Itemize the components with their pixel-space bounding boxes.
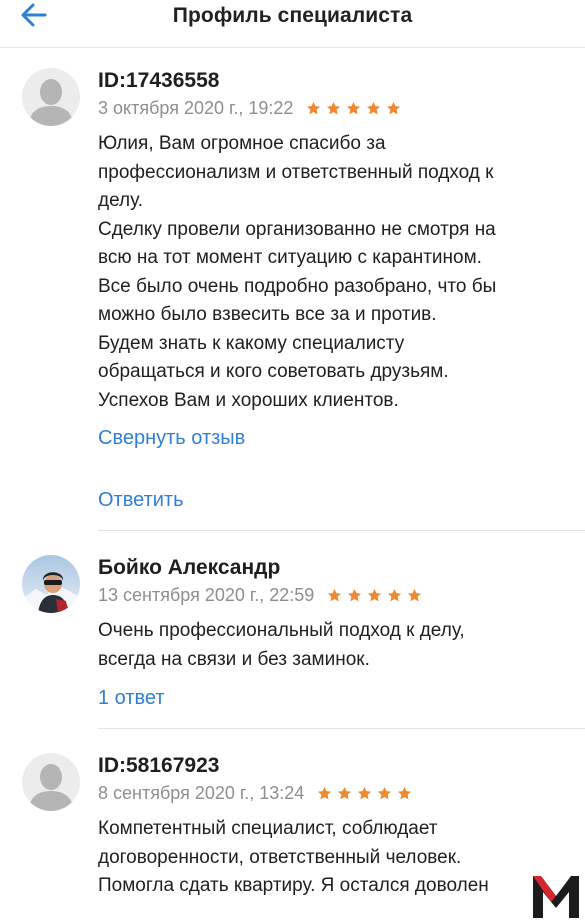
avatar[interactable] (22, 68, 80, 126)
review-text-line: Юлия, Вам огромное спасибо за (98, 133, 386, 154)
review-text: Компетентный специалист, соблюдает догов… (98, 815, 538, 901)
review-text-line: Все было очень подробно разобрано, что б… (98, 275, 497, 297)
review-text-line: Сделку провели организованно не смотря н… (98, 218, 496, 240)
user-placeholder-icon (22, 68, 80, 126)
star-icon (386, 101, 400, 115)
star-icon (337, 786, 351, 800)
m-logo-icon (531, 872, 581, 918)
collapse-review-link[interactable]: Свернуть отзыв (98, 427, 245, 450)
review-text-line: Очень профессиональный подход к делу, (98, 620, 465, 641)
bottom-fade (0, 908, 585, 920)
review-meta: 3 октября 2020 г., 19:22 (98, 98, 406, 120)
star-icon (346, 101, 360, 115)
review-text-line: договоренности, ответственный человек. (98, 846, 462, 868)
star-icon (377, 786, 391, 800)
avatar[interactable] (22, 753, 80, 811)
review-author: Бойко Александр (98, 556, 281, 579)
star-icon (407, 588, 421, 602)
review-text: Юлия, Вам огромное спасибо за профессион… (98, 130, 568, 415)
user-photo-icon (22, 555, 80, 613)
review-text-line: можно было взвесить все за и против. (98, 304, 437, 325)
star-icon (306, 101, 320, 115)
review-text-line: делу. (98, 190, 143, 211)
review-text-line: всю на тот момент ситуацию с карантином. (98, 247, 482, 268)
review-text-line: профессионализм и ответственный подход к (98, 161, 494, 183)
avatar[interactable] (22, 555, 80, 613)
star-icon (366, 101, 380, 115)
star-icon (357, 786, 371, 800)
star-icon (367, 588, 381, 602)
review-text-line: Будем знать к какому специалисту (98, 332, 405, 354)
divider (98, 728, 585, 729)
review-date: 3 октября 2020 г., 19:22 (98, 98, 294, 118)
review-meta: 13 сентября 2020 г., 22:59 (98, 585, 427, 607)
top-bar: Профиль специалиста (0, 0, 585, 48)
page-title: Профиль специалиста (172, 4, 413, 27)
review-text-line: Компетентный специалист, соблюдает (98, 818, 438, 839)
reply-link[interactable]: Ответить (98, 489, 184, 512)
review-date: 13 сентября 2020 г., 22:59 (98, 585, 315, 605)
review-text-line: обращаться и кого советовать друзьям. (98, 361, 449, 382)
review-text-line: Помогла сдать квартиру. Я остался доволе… (98, 875, 489, 896)
user-placeholder-icon (22, 753, 80, 811)
star-icon (347, 588, 361, 602)
star-icon (326, 101, 340, 115)
review-date: 8 сентября 2020 г., 13:24 (98, 783, 305, 803)
review-meta: 8 сентября 2020 г., 13:24 (98, 783, 417, 805)
rating-stars (327, 587, 427, 605)
review-text-line: Успехов Вам и хороших клиентов. (98, 389, 399, 411)
star-icon (327, 588, 341, 602)
divider (98, 530, 585, 531)
star-icon (387, 588, 401, 602)
review-author: ID:58167923 (98, 754, 220, 777)
star-icon (397, 786, 411, 800)
review-text-line: всегда на связи и без заминок. (98, 648, 370, 670)
review-text: Очень профессиональный подход к делу, вс… (98, 617, 568, 674)
replies-link[interactable]: 1 ответ (98, 687, 165, 710)
rating-stars (306, 100, 406, 118)
star-icon (317, 786, 331, 800)
rating-stars (317, 785, 417, 803)
review-author: ID:17436558 (98, 69, 220, 92)
